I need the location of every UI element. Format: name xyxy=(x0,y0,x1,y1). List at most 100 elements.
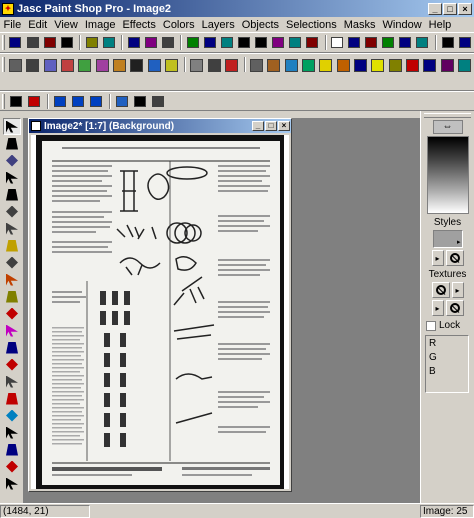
overlay-icon[interactable] xyxy=(150,93,166,109)
foreground-style-swatch[interactable]: ▸ xyxy=(432,230,463,248)
arrow-tool-icon[interactable] xyxy=(3,118,21,135)
effect-25-icon[interactable] xyxy=(439,57,454,73)
doc-close-button[interactable]: × xyxy=(278,121,290,131)
color-picker-gradient[interactable] xyxy=(426,136,469,214)
app-icon[interactable]: ✦ xyxy=(2,2,14,15)
magic-wand-tool-icon[interactable] xyxy=(3,237,21,254)
print-icon[interactable] xyxy=(59,35,74,51)
draw-tool-icon[interactable] xyxy=(3,441,21,458)
effect-10-icon[interactable] xyxy=(164,57,179,73)
menu-selections[interactable]: Selections xyxy=(283,19,341,31)
rotate-icon[interactable] xyxy=(202,35,217,51)
menu-file[interactable]: File xyxy=(0,19,25,31)
doc-maximize-button[interactable]: □ xyxy=(265,121,277,131)
undo-icon[interactable] xyxy=(84,35,99,51)
menu-view[interactable]: View xyxy=(51,19,82,31)
effect-12-icon[interactable] xyxy=(206,57,221,73)
menu-layers[interactable]: Layers xyxy=(198,19,238,31)
background-style-none-button[interactable] xyxy=(445,250,464,266)
object-selector-tool-icon[interactable] xyxy=(3,475,21,492)
selection-tool-icon[interactable] xyxy=(3,203,21,220)
freehand-tool-icon[interactable] xyxy=(3,220,21,237)
paste-icon[interactable] xyxy=(160,35,175,51)
effect-23-icon[interactable] xyxy=(405,57,420,73)
magnify-icon[interactable] xyxy=(347,35,362,51)
menu-help[interactable]: Help xyxy=(425,19,455,31)
palette-icon[interactable] xyxy=(381,35,396,51)
image-info-icon[interactable] xyxy=(237,35,252,51)
cut-icon[interactable] xyxy=(126,35,141,51)
deform-icon[interactable] xyxy=(26,93,42,109)
open-icon[interactable] xyxy=(25,35,40,51)
globe-icon[interactable] xyxy=(114,93,130,109)
picture-tube-tool-icon[interactable] xyxy=(3,373,21,390)
image-canvas[interactable] xyxy=(31,135,289,489)
flood-fill-tool-icon[interactable] xyxy=(3,407,21,424)
effect-19-icon[interactable] xyxy=(336,57,351,73)
foreground-texture-none-button[interactable] xyxy=(431,282,450,298)
help-icon[interactable] xyxy=(457,35,472,51)
text-tool-icon[interactable] xyxy=(3,424,21,441)
effect-5-icon[interactable] xyxy=(77,57,92,73)
texture-dropdown-arrow-icon[interactable]: ▸ xyxy=(431,300,444,316)
effect-20-icon[interactable] xyxy=(353,57,368,73)
save-as-icon[interactable] xyxy=(305,35,320,51)
close-button[interactable]: × xyxy=(458,2,472,15)
grid-icon[interactable] xyxy=(132,93,148,109)
color-replacer-tool-icon[interactable] xyxy=(3,305,21,322)
dropper-tool-icon[interactable] xyxy=(3,254,21,271)
effect-22-icon[interactable] xyxy=(388,57,403,73)
effect-24-icon[interactable] xyxy=(422,57,437,73)
move-tool-icon[interactable] xyxy=(3,186,21,203)
effect-11-icon[interactable] xyxy=(189,57,204,73)
layer-palette-icon[interactable] xyxy=(398,35,413,51)
browse-icon[interactable] xyxy=(271,35,286,51)
arrow-right-icon[interactable] xyxy=(70,93,86,109)
histogram-icon[interactable] xyxy=(364,35,379,51)
zoom-icon[interactable] xyxy=(330,35,345,51)
effect-1-icon[interactable] xyxy=(8,57,23,73)
effect-15-icon[interactable] xyxy=(266,57,281,73)
screen-icon[interactable] xyxy=(288,35,303,51)
menu-objects[interactable]: Objects xyxy=(238,19,282,31)
texture-dropdown-arrow-icon[interactable]: ▸ xyxy=(451,282,464,298)
doc-minimize-button[interactable]: _ xyxy=(252,121,264,131)
overview-icon[interactable] xyxy=(415,35,430,51)
save-icon[interactable] xyxy=(42,35,57,51)
move-icon[interactable] xyxy=(8,93,24,109)
redo-icon[interactable] xyxy=(101,35,116,51)
toolbar-grip[interactable] xyxy=(2,57,5,72)
menu-edit[interactable]: Edit xyxy=(25,19,51,31)
airbrush-tool-icon[interactable] xyxy=(3,390,21,407)
toolbar-grip[interactable] xyxy=(2,93,5,109)
effect-14-icon[interactable] xyxy=(249,57,264,73)
effect-16-icon[interactable] xyxy=(284,57,299,73)
page-icon[interactable] xyxy=(254,35,269,51)
lock-checkbox[interactable] xyxy=(426,320,436,331)
zoom-tool-icon[interactable] xyxy=(3,135,21,152)
menu-window[interactable]: Window xyxy=(379,19,425,31)
effect-21-icon[interactable] xyxy=(370,57,385,73)
maximize-button[interactable]: □ xyxy=(443,2,457,15)
effect-18-icon[interactable] xyxy=(318,57,333,73)
scratch-remover-tool-icon[interactable] xyxy=(3,339,21,356)
effect-6-icon[interactable] xyxy=(95,57,110,73)
retouch-tool-icon[interactable] xyxy=(3,322,21,339)
clone-tool-icon[interactable] xyxy=(3,288,21,305)
new-icon[interactable] xyxy=(8,35,23,51)
copy-icon[interactable] xyxy=(143,35,158,51)
effect-4-icon[interactable] xyxy=(60,57,75,73)
effect-17-icon[interactable] xyxy=(301,57,316,73)
preset-shapes-tool-icon[interactable] xyxy=(3,458,21,475)
effect-7-icon[interactable] xyxy=(112,57,127,73)
arrow-out-icon[interactable] xyxy=(88,93,104,109)
deform-tool-icon[interactable] xyxy=(3,152,21,169)
paintbrush-tool-icon[interactable] xyxy=(3,271,21,288)
background-texture-none-button[interactable] xyxy=(445,300,464,316)
minimize-button[interactable]: _ xyxy=(428,2,442,15)
swap-colors-button[interactable]: ⇔ xyxy=(432,120,463,134)
effect-3-icon[interactable] xyxy=(43,57,58,73)
effect-9-icon[interactable] xyxy=(146,57,161,73)
selection-icon[interactable] xyxy=(185,35,200,51)
effect-26-icon[interactable] xyxy=(457,57,472,73)
